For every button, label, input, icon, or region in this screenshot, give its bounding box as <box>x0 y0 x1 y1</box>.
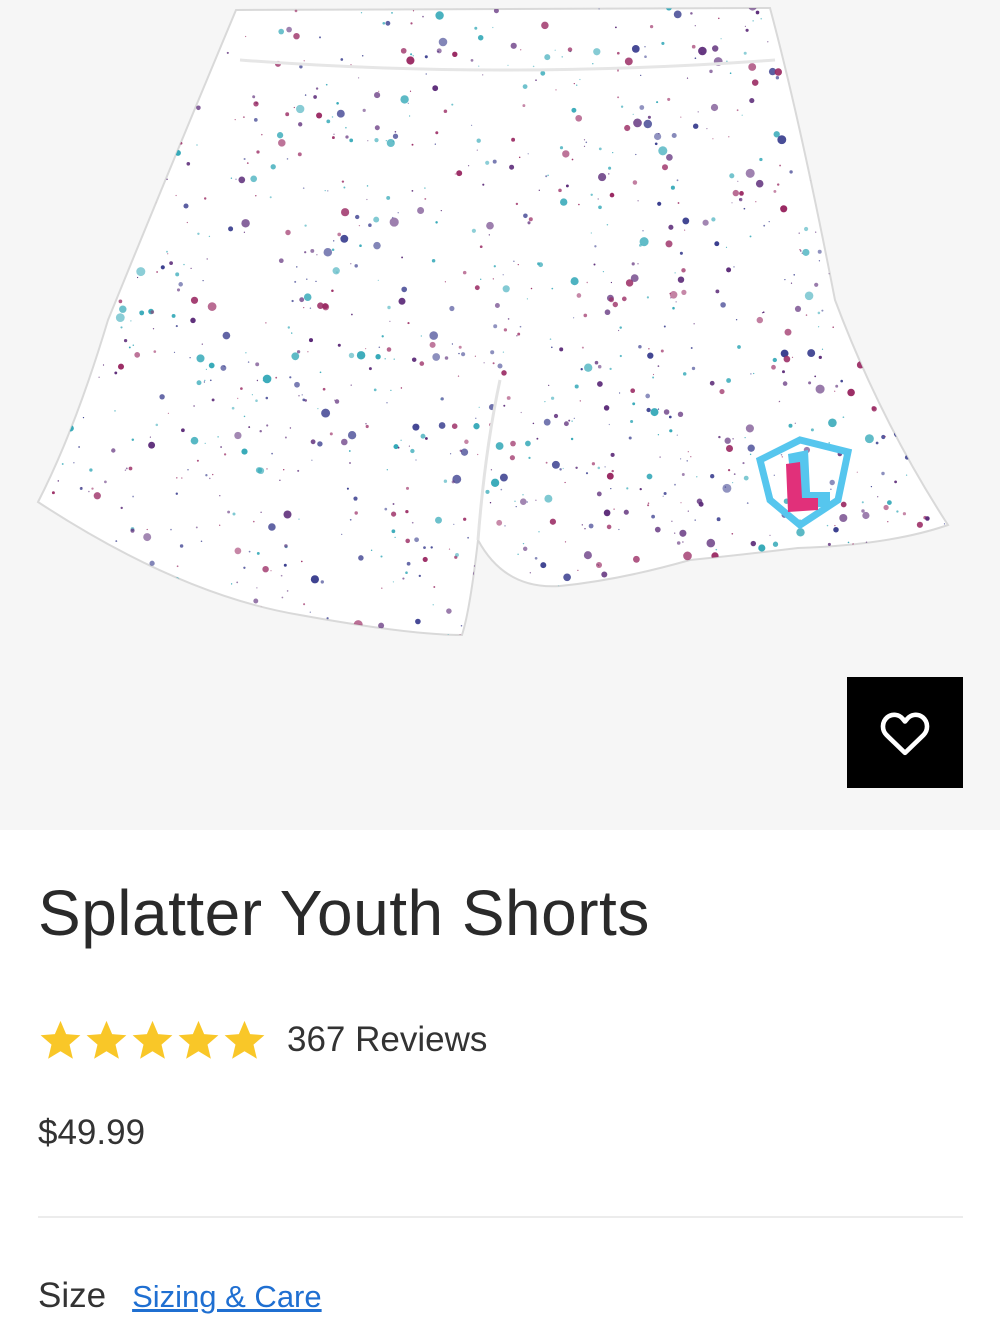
star-icon <box>178 1020 219 1059</box>
star-icon <box>224 1020 265 1059</box>
reviews-link[interactable]: 367 Reviews <box>287 1020 487 1060</box>
star-icon <box>86 1020 127 1059</box>
star-icon <box>40 1020 81 1059</box>
size-label: Size <box>38 1276 107 1315</box>
product-gallery <box>0 0 1000 830</box>
sizing-care-link[interactable]: Sizing & Care <box>132 1279 322 1315</box>
heart-icon <box>880 712 930 755</box>
size-row: Size Sizing & Care <box>38 1276 322 1316</box>
divider <box>38 1216 963 1218</box>
star-rating <box>38 1018 267 1063</box>
product-title: Splatter Youth Shorts <box>38 877 650 949</box>
product-price: $49.99 <box>38 1113 146 1152</box>
star-icon <box>132 1020 173 1059</box>
add-to-wishlist-button[interactable] <box>847 677 963 788</box>
product-rating[interactable]: 367 Reviews <box>38 1015 487 1065</box>
